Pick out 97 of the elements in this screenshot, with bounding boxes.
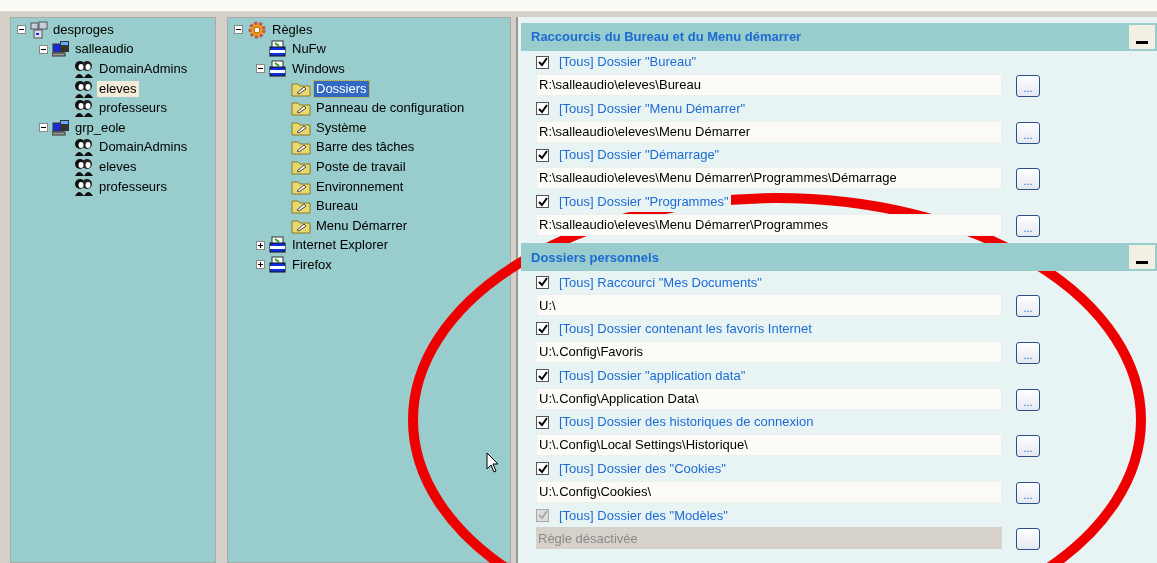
collapse-icon[interactable] — [38, 44, 48, 54]
collapse-icon[interactable] — [38, 123, 48, 133]
checkmark-icon — [537, 150, 548, 161]
tree-item[interactable]: Firefox — [290, 256, 334, 273]
folder-icon — [291, 119, 311, 136]
folder-icon — [291, 217, 311, 234]
document-stack-icon — [269, 255, 287, 274]
expand-icon[interactable] — [255, 260, 265, 270]
checkbox[interactable] — [536, 415, 549, 429]
tree-item[interactable]: NuFw — [290, 41, 328, 58]
folder-icon — [291, 100, 311, 117]
tree-item[interactable]: DomainAdmins — [97, 139, 190, 156]
document-stack-icon — [269, 40, 287, 59]
people-icon — [74, 177, 94, 196]
minimize-icon — [1136, 41, 1148, 44]
path-field[interactable]: R:\salleaudio\eleves\Bureau — [536, 74, 1002, 96]
section-title: Raccourcis du Bureau et du Menu démarrer — [531, 28, 802, 47]
mouse-cursor-icon — [486, 452, 500, 474]
checkbox[interactable] — [536, 195, 549, 209]
tree-item[interactable]: grp_eole — [73, 119, 128, 136]
collapse-button[interactable] — [1129, 245, 1155, 270]
people-icon — [74, 60, 94, 78]
folder-icon — [291, 139, 311, 156]
collapse-icon[interactable] — [16, 25, 26, 35]
browse-button[interactable]: ... — [1016, 388, 1040, 411]
tree-item[interactable]: Menu Démarrer — [314, 217, 410, 234]
document-stack-icon — [269, 60, 287, 78]
tree-item[interactable]: professeurs — [97, 100, 169, 117]
tree-item[interactable]: salleaudio — [73, 41, 136, 58]
checkbox[interactable] — [536, 275, 549, 289]
browse-button[interactable]: ... — [1016, 295, 1040, 318]
expand-icon[interactable] — [255, 240, 265, 250]
checkbox[interactable] — [536, 462, 549, 476]
tree-item[interactable]: Internet Explorer — [290, 237, 391, 254]
checkbox[interactable] — [536, 55, 549, 69]
network-icon — [30, 20, 48, 39]
path-field[interactable]: R:\salleaudio\eleves\Menu Démarrer\Programmes — [536, 213, 1002, 236]
path-field[interactable]: U:\ — [536, 294, 1002, 317]
tree-item[interactable]: Poste de travail — [314, 158, 408, 175]
computer-icon — [52, 118, 70, 137]
browse-button[interactable]: ... — [1016, 121, 1040, 144]
tree-item[interactable]: Système — [314, 119, 369, 136]
tree-item[interactable]: desproges — [51, 21, 116, 38]
path-field[interactable]: R:\salleaudio\eleves\Menu Démarrer — [536, 120, 1002, 143]
checkbox[interactable] — [536, 369, 549, 383]
collapse-button[interactable] — [1129, 25, 1155, 49]
people-icon — [74, 157, 94, 176]
collapse-icon[interactable] — [233, 25, 243, 35]
browse-button[interactable]: ... — [1016, 341, 1040, 364]
tree-item[interactable]: Barre des tâches — [314, 139, 417, 156]
checkmark-icon — [537, 417, 548, 428]
checkmark-icon — [537, 323, 548, 334]
path-field[interactable]: R:\salleaudio\eleves\Menu Démarrer\Programmes\Démarrage — [536, 167, 1002, 190]
checkbox[interactable] — [536, 322, 549, 336]
folder-icon — [291, 198, 311, 215]
browse-button[interactable]: ... — [1016, 168, 1040, 191]
gear-icon — [247, 20, 267, 39]
folder-icon — [291, 80, 311, 97]
people-icon — [74, 99, 94, 118]
document-stack-icon — [269, 236, 287, 255]
section-title: Dossiers personnels — [531, 248, 659, 267]
tree-item[interactable]: Panneau de configuration — [314, 100, 467, 117]
browse-button[interactable]: ... — [1016, 214, 1040, 237]
browse-button[interactable]: ... — [1016, 75, 1040, 97]
tree-item[interactable]: professeurs — [97, 178, 169, 195]
checkbox[interactable] — [536, 102, 549, 116]
browse-button[interactable]: ... — [1016, 435, 1040, 458]
tree-item[interactable]: Environnement — [314, 178, 406, 195]
people-icon — [74, 79, 94, 98]
tree-item[interactable]: Bureau — [314, 198, 360, 215]
checkbox[interactable] — [536, 148, 549, 162]
computer-icon — [52, 40, 70, 59]
checkmark-icon — [537, 277, 548, 288]
checkmark-icon — [537, 57, 548, 67]
tree-item[interactable]: DomainAdmins — [97, 61, 190, 77]
option-label: [Tous] Dossier "Programmes" — [559, 192, 731, 212]
path-field[interactable]: U:\.Config\Application Data\ — [536, 387, 1002, 410]
collapse-icon[interactable] — [255, 64, 265, 74]
checkmark-icon — [537, 103, 548, 114]
people-icon — [74, 138, 94, 157]
path-field[interactable]: U:\.Config\Cookies\ — [536, 480, 1002, 503]
tree-item[interactable]: Dossiers — [314, 80, 369, 97]
tree-item[interactable]: eleves — [97, 80, 139, 97]
checkmark-icon — [537, 196, 548, 207]
minimize-icon — [1136, 261, 1148, 265]
folder-icon — [291, 178, 311, 195]
checkmark-icon — [537, 510, 548, 521]
path-field[interactable]: U:\.Config\Favoris — [536, 340, 1002, 363]
tree-item[interactable]: eleves — [97, 158, 139, 175]
tree-item[interactable]: Règles — [270, 21, 315, 38]
checkmark-icon — [537, 370, 548, 381]
checkmark-icon — [537, 463, 548, 474]
folder-icon — [291, 158, 311, 175]
browse-button[interactable] — [1016, 528, 1040, 551]
tree-item[interactable]: Windows — [290, 61, 347, 77]
browse-button[interactable]: ... — [1016, 481, 1040, 504]
path-field[interactable]: U:\.Config\Local Settings\Historique\ — [536, 434, 1002, 457]
